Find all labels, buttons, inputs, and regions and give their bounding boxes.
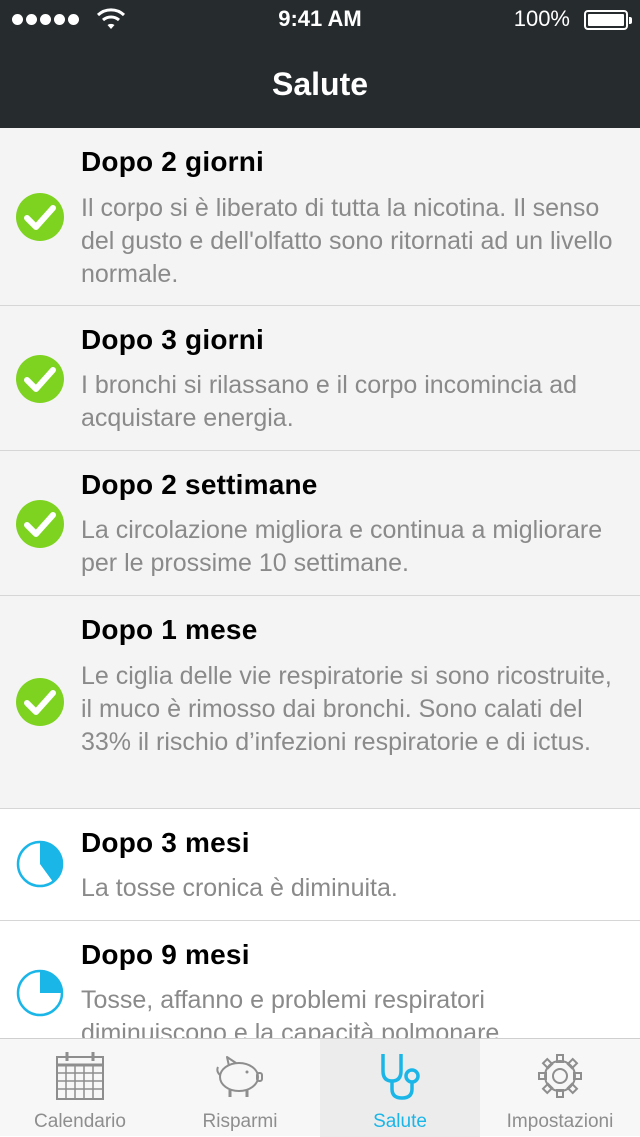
milestone-title: Dopo 3 mesi [81,827,250,858]
tab-label: Calendario [34,1111,126,1132]
milestone-title: Dopo 1 mese [81,614,258,645]
calendar-icon [56,1052,104,1100]
health-milestones-list[interactable]: Dopo 2 giorni Il corpo si è liberato di … [0,128,640,1038]
milestone-description: La tosse cronica è diminuita. [81,874,398,902]
milestone-description: Tosse, affanno e problemi respiratori di… [81,986,500,1038]
list-item[interactable]: Dopo 2 giorni Il corpo si è liberato di … [0,128,640,306]
milestone-title: Dopo 2 giorni [81,146,265,177]
milestone-description: La circolazione migliora e continua a mi… [81,516,603,577]
navigation-header: 9:41 AM 100% Salute [0,0,640,128]
battery-icon [584,10,632,30]
gear-icon [538,1054,582,1098]
milestone-title: Dopo 9 mesi [81,939,250,970]
checkmark-icon [16,678,64,726]
milestone-title: Dopo 2 settimane [81,469,318,500]
milestone-description: Il corpo si è liberato di tutta la nicot… [81,194,613,288]
checkmark-icon [16,355,64,403]
checkmark-icon [16,500,64,548]
tab-impostazioni[interactable]: Impostazioni [480,1039,640,1137]
milestone-description: I bronchi si rilassano e il corpo incomi… [81,371,578,432]
milestone-description: Le ciglia delle vie respiratorie si sono… [81,662,612,756]
list-item[interactable]: Dopo 3 mesi La tosse cronica è diminuita… [0,809,640,921]
tab-risparmi[interactable]: Risparmi [160,1039,320,1137]
battery-percentage: 100% [513,6,570,31]
milestone-title: Dopo 3 giorni [81,324,265,355]
tab-label: Impostazioni [506,1111,614,1132]
list-item[interactable]: Dopo 3 giorni I bronchi si rilassano e i… [0,306,640,451]
list-item[interactable]: Dopo 1 mese Le ciglia delle vie respirat… [0,596,640,809]
tab-salute[interactable]: Salute [320,1039,480,1137]
list-item[interactable]: Dopo 2 settimane La circolazione miglior… [0,451,640,596]
tab-calendario[interactable]: Calendario [0,1039,160,1137]
stethoscope-icon [381,1054,420,1100]
progress-pie-icon [16,969,64,1017]
piggy-bank-icon [216,1056,263,1097]
list-item[interactable]: Dopo 9 mesi Tosse, affanno e problemi re… [0,921,640,1038]
page-title: Salute [271,66,369,102]
tab-bar: Calendario Risparmi Salute Impostazioni [0,1038,640,1137]
checkmark-icon [16,193,64,241]
tab-label: Risparmi [202,1111,278,1132]
status-bar: 9:41 AM 100% [0,0,640,40]
tab-label: Salute [373,1111,427,1132]
progress-pie-icon [16,840,64,888]
